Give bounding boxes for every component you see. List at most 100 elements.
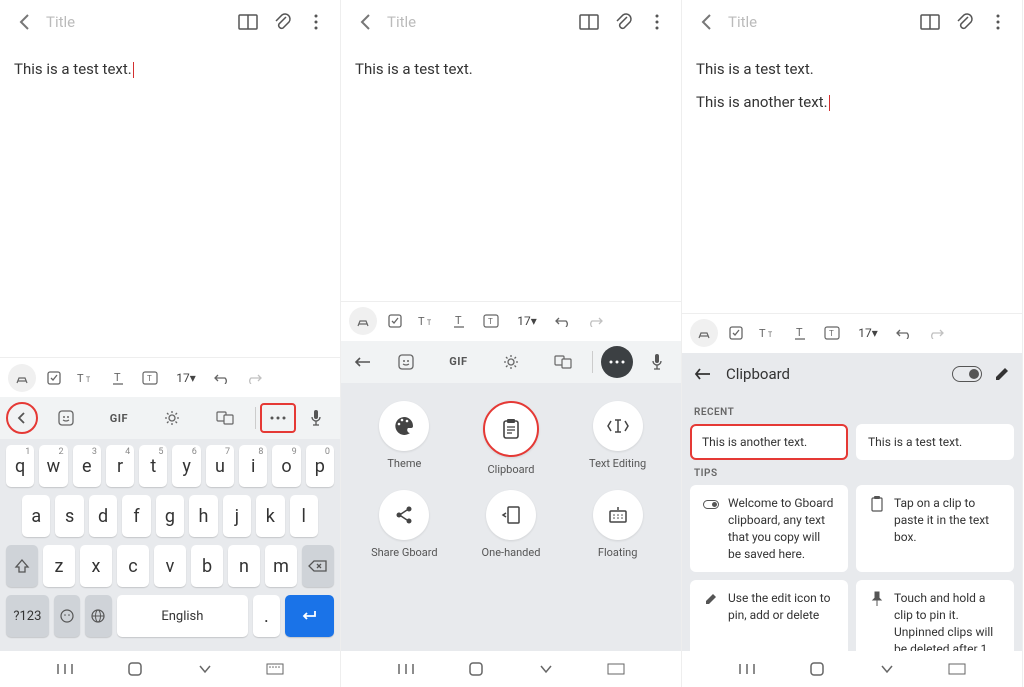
clip-item-1[interactable]: This is another text. xyxy=(690,424,848,461)
title-input[interactable]: Title xyxy=(46,13,226,31)
more-icon[interactable] xyxy=(986,10,1010,34)
textsize-icon[interactable]: TT xyxy=(754,319,782,347)
textsize-icon[interactable]: TT xyxy=(413,307,441,335)
key-u[interactable]: u7 xyxy=(206,445,234,487)
key-emoji[interactable] xyxy=(54,595,80,637)
sticker-icon[interactable] xyxy=(40,402,91,434)
key-t[interactable]: t5 xyxy=(139,445,167,487)
key-g[interactable]: g xyxy=(156,495,184,537)
key-f[interactable]: f xyxy=(122,495,150,537)
onehanded-option[interactable]: One-handed xyxy=(466,490,556,559)
key-language[interactable] xyxy=(85,595,111,637)
back-button[interactable] xyxy=(12,10,36,34)
mic-icon[interactable] xyxy=(639,346,675,378)
key-j[interactable]: j xyxy=(223,495,251,537)
key-i[interactable]: i8 xyxy=(239,445,267,487)
underline-icon[interactable]: T xyxy=(104,364,132,392)
textsize-icon[interactable]: TT xyxy=(72,364,100,392)
edit-icon[interactable] xyxy=(994,366,1010,382)
settings-icon[interactable] xyxy=(147,402,198,434)
floating-option[interactable]: Floating xyxy=(573,490,663,559)
nav-home[interactable] xyxy=(806,658,828,680)
more-icon[interactable] xyxy=(304,10,328,34)
attach-icon[interactable] xyxy=(952,10,976,34)
key-p[interactable]: p0 xyxy=(306,445,334,487)
key-space[interactable]: English xyxy=(117,595,249,637)
redo-icon[interactable] xyxy=(240,364,268,392)
key-d[interactable]: d xyxy=(89,495,117,537)
fontsize-selector[interactable]: 17▾ xyxy=(168,364,204,392)
key-y[interactable]: y6 xyxy=(172,445,200,487)
fontsize-selector[interactable]: 17▾ xyxy=(850,319,886,347)
nav-home[interactable] xyxy=(124,658,146,680)
redo-icon[interactable] xyxy=(581,307,609,335)
mic-icon[interactable] xyxy=(298,402,334,434)
note-content[interactable]: This is a test text. xyxy=(341,44,681,301)
key-k[interactable]: k xyxy=(256,495,284,537)
key-v[interactable]: v xyxy=(154,545,186,587)
note-content[interactable]: This is a test text. This is another tex… xyxy=(682,44,1022,313)
textbox-icon[interactable]: T xyxy=(477,307,505,335)
reader-icon[interactable] xyxy=(236,10,260,34)
clipboard-back-button[interactable] xyxy=(694,367,714,381)
title-input[interactable]: Title xyxy=(728,13,908,31)
key-s[interactable]: s xyxy=(55,495,83,537)
nav-back[interactable] xyxy=(876,658,898,680)
nav-keyboard-icon[interactable] xyxy=(605,658,627,680)
key-r[interactable]: r4 xyxy=(106,445,134,487)
key-c[interactable]: c xyxy=(117,545,149,587)
tip-card-1[interactable]: Welcome to Gboard clipboard, any text th… xyxy=(690,485,848,572)
settings-icon[interactable] xyxy=(486,346,536,378)
key-o[interactable]: o9 xyxy=(272,445,300,487)
nav-recent[interactable] xyxy=(54,658,76,680)
translate-icon[interactable] xyxy=(200,402,251,434)
nav-recent[interactable] xyxy=(736,658,758,680)
clipboard-option[interactable]: Clipboard xyxy=(466,401,556,476)
key-m[interactable]: m xyxy=(265,545,297,587)
checkbox-icon[interactable] xyxy=(722,319,750,347)
back-button[interactable] xyxy=(694,10,718,34)
key-a[interactable]: a xyxy=(22,495,50,537)
key-h[interactable]: h xyxy=(189,495,217,537)
textbox-icon[interactable]: T xyxy=(818,319,846,347)
key-n[interactable]: n xyxy=(228,545,260,587)
textbox-icon[interactable]: T xyxy=(136,364,164,392)
attach-icon[interactable] xyxy=(611,10,635,34)
key-backspace[interactable] xyxy=(302,545,334,587)
more-icon[interactable] xyxy=(645,10,669,34)
key-q[interactable]: q1 xyxy=(6,445,34,487)
key-b[interactable]: b xyxy=(191,545,223,587)
reader-icon[interactable] xyxy=(918,10,942,34)
back-arrow-button[interactable] xyxy=(347,346,379,378)
pen-icon[interactable] xyxy=(690,319,718,347)
more-options-button-active[interactable] xyxy=(601,346,633,378)
checkbox-icon[interactable] xyxy=(40,364,68,392)
gif-button[interactable]: GIF xyxy=(433,346,483,378)
reader-icon[interactable] xyxy=(577,10,601,34)
more-options-button[interactable] xyxy=(260,403,296,433)
undo-icon[interactable] xyxy=(549,307,577,335)
key-shift[interactable] xyxy=(6,545,38,587)
undo-icon[interactable] xyxy=(890,319,918,347)
title-input[interactable]: Title xyxy=(387,13,567,31)
key-e[interactable]: e3 xyxy=(73,445,101,487)
redo-icon[interactable] xyxy=(922,319,950,347)
pen-icon[interactable] xyxy=(8,364,36,392)
nav-home[interactable] xyxy=(465,658,487,680)
textediting-option[interactable]: Text Editing xyxy=(573,401,663,476)
tip-card-4[interactable]: Touch and hold a clip to pin it. Unpinne… xyxy=(856,580,1014,651)
nav-recent[interactable] xyxy=(395,658,417,680)
tip-card-3[interactable]: Use the edit icon to pin, add or delete xyxy=(690,580,848,651)
key-x[interactable]: x xyxy=(80,545,112,587)
pen-icon[interactable] xyxy=(349,307,377,335)
underline-icon[interactable]: T xyxy=(445,307,473,335)
key-l[interactable]: l xyxy=(290,495,318,537)
clip-item-2[interactable]: This is a test text. xyxy=(856,424,1014,461)
checkbox-icon[interactable] xyxy=(381,307,409,335)
fontsize-selector[interactable]: 17▾ xyxy=(509,307,545,335)
key-symbols[interactable]: ?123 xyxy=(6,595,49,637)
translate-icon[interactable] xyxy=(538,346,588,378)
share-option[interactable]: Share Gboard xyxy=(359,490,449,559)
key-period[interactable]: . xyxy=(253,595,279,637)
note-content[interactable]: This is a test text. xyxy=(0,44,340,357)
